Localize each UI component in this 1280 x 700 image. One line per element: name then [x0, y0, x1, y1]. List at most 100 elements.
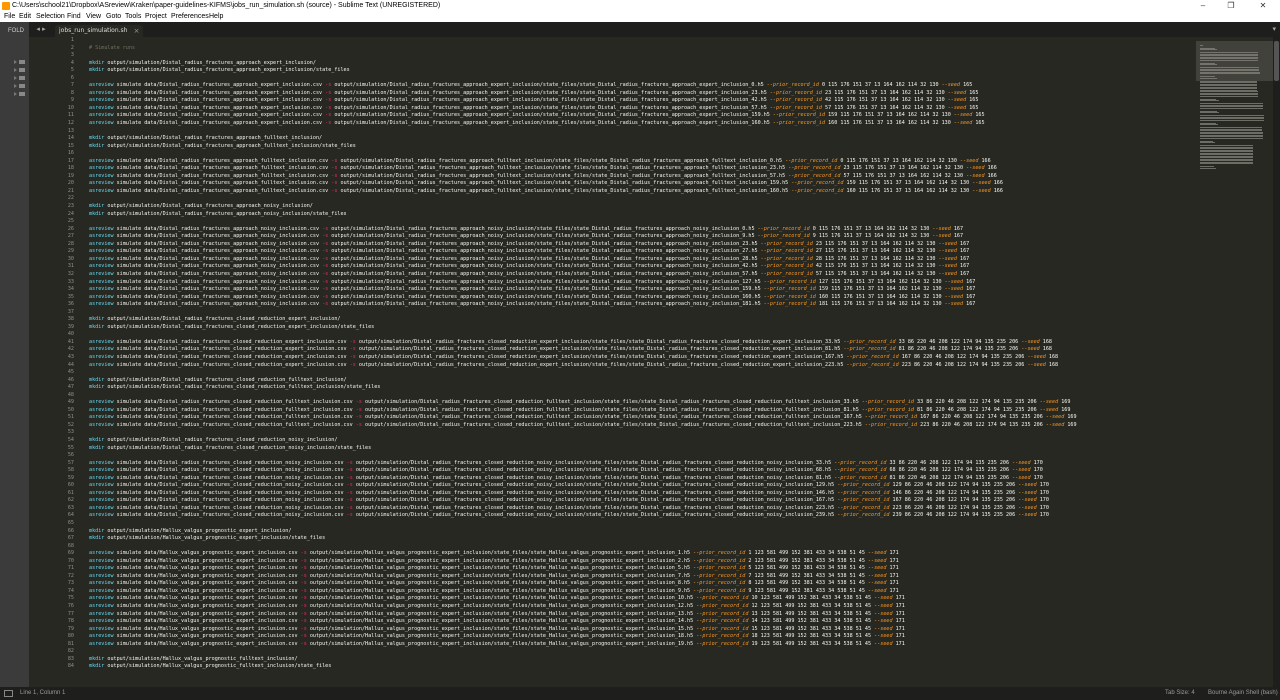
- code-line[interactable]: asreview simulate data/Distal_radius_fra…: [89, 105, 1196, 113]
- code-line[interactable]: asreview simulate data/Distal_radius_fra…: [89, 422, 1196, 430]
- code-line[interactable]: asreview simulate data/Distal_radius_fra…: [89, 158, 1196, 166]
- code-line[interactable]: mkdir output/simulation/Distal_radius_fr…: [89, 384, 1196, 392]
- tab-size[interactable]: Tab Size: 4: [1165, 687, 1195, 700]
- code-line[interactable]: asreview simulate data/Distal_radius_fra…: [89, 490, 1196, 498]
- syntax-mode[interactable]: Bourne Again Shell (bash): [1208, 687, 1278, 700]
- tree-row[interactable]: [14, 74, 26, 82]
- code-line[interactable]: asreview simulate data/Distal_radius_fra…: [89, 233, 1196, 241]
- code-line[interactable]: [89, 331, 1196, 339]
- code-line[interactable]: asreview simulate data/Distal_radius_fra…: [89, 354, 1196, 362]
- code-line[interactable]: asreview simulate data/Distal_radius_fra…: [89, 112, 1196, 120]
- code-line[interactable]: [89, 195, 1196, 203]
- code-line[interactable]: asreview simulate data/Hallux_valgus_pro…: [89, 588, 1196, 596]
- menu-project[interactable]: Project: [145, 12, 167, 22]
- code-line[interactable]: asreview simulate data/Distal_radius_fra…: [89, 180, 1196, 188]
- code-line[interactable]: mkdir output/simulation/Distal_radius_fr…: [89, 316, 1196, 324]
- code-line[interactable]: asreview simulate data/Distal_radius_fra…: [89, 173, 1196, 181]
- code-line[interactable]: [89, 150, 1196, 158]
- folder-tree[interactable]: [14, 58, 26, 98]
- minimize-button[interactable]: –: [1190, 0, 1216, 12]
- code-line[interactable]: mkdir output/simulation/Hallux_valgus_pr…: [89, 535, 1196, 543]
- code-line[interactable]: asreview simulate data/Distal_radius_fra…: [89, 505, 1196, 513]
- code-line[interactable]: [89, 218, 1196, 226]
- code-line[interactable]: [89, 452, 1196, 460]
- chevron-right-icon[interactable]: [14, 76, 17, 80]
- code-line[interactable]: asreview simulate data/Distal_radius_fra…: [89, 475, 1196, 483]
- code-line[interactable]: mkdir output/simulation/Distal_radius_fr…: [89, 211, 1196, 219]
- code-line[interactable]: asreview simulate data/Hallux_valgus_pro…: [89, 573, 1196, 581]
- code-line[interactable]: [89, 309, 1196, 317]
- chevron-right-icon[interactable]: [14, 92, 17, 96]
- menu-tools[interactable]: Tools: [125, 12, 141, 22]
- code-line[interactable]: asreview simulate data/Distal_radius_fra…: [89, 248, 1196, 256]
- code-line[interactable]: asreview simulate data/Hallux_valgus_pro…: [89, 626, 1196, 634]
- code-line[interactable]: asreview simulate data/Hallux_valgus_pro…: [89, 641, 1196, 649]
- code-line[interactable]: asreview simulate data/Distal_radius_fra…: [89, 279, 1196, 287]
- code-line[interactable]: asreview simulate data/Distal_radius_fra…: [89, 120, 1196, 128]
- scrollbar-thumb[interactable]: [1274, 41, 1279, 81]
- code-line[interactable]: mkdir output/simulation/Distal_radius_fr…: [89, 67, 1196, 75]
- code-line[interactable]: mkdir output/simulation/Distal_radius_fr…: [89, 143, 1196, 151]
- code-line[interactable]: mkdir output/simulation/Hallux_valgus_pr…: [89, 656, 1196, 664]
- code-line[interactable]: asreview simulate data/Distal_radius_fra…: [89, 97, 1196, 105]
- tab-dropdown-icon[interactable]: ▾: [1272, 22, 1276, 37]
- code-line[interactable]: asreview simulate data/Distal_radius_fra…: [89, 271, 1196, 279]
- code-line[interactable]: asreview simulate data/Distal_radius_fra…: [89, 482, 1196, 490]
- code-line[interactable]: [89, 52, 1196, 60]
- code-area[interactable]: # Simulate runs mkdir output/simulation/D…: [89, 37, 1196, 687]
- close-button[interactable]: ✕: [1250, 0, 1276, 12]
- tree-row[interactable]: [14, 90, 26, 98]
- code-line[interactable]: asreview simulate data/Distal_radius_fra…: [89, 467, 1196, 475]
- code-line[interactable]: mkdir output/simulation/Distal_radius_fr…: [89, 135, 1196, 143]
- code-line[interactable]: asreview simulate data/Distal_radius_fra…: [89, 460, 1196, 468]
- tab-nav-arrows[interactable]: ◂ ▸: [29, 22, 53, 37]
- code-line[interactable]: mkdir output/simulation/Distal_radius_fr…: [89, 203, 1196, 211]
- menu-view[interactable]: View: [86, 12, 101, 22]
- code-line[interactable]: [89, 648, 1196, 656]
- menu-preferences[interactable]: Preferences: [171, 12, 209, 22]
- menu-help[interactable]: Help: [209, 12, 223, 22]
- code-line[interactable]: mkdir output/simulation/Hallux_valgus_pr…: [89, 663, 1196, 671]
- tab-jobs-run-simulation[interactable]: jobs_run_simulation.sh ×: [55, 25, 144, 37]
- chevron-right-icon[interactable]: [14, 60, 17, 64]
- code-line[interactable]: asreview simulate data/Hallux_valgus_pro…: [89, 550, 1196, 558]
- maximize-button[interactable]: ❐: [1218, 0, 1244, 12]
- code-line[interactable]: asreview simulate data/Distal_radius_fra…: [89, 346, 1196, 354]
- code-line[interactable]: mkdir output/simulation/Distal_radius_fr…: [89, 437, 1196, 445]
- code-line[interactable]: mkdir output/simulation/Distal_radius_fr…: [89, 324, 1196, 332]
- code-line[interactable]: [89, 520, 1196, 528]
- code-line[interactable]: asreview simulate data/Distal_radius_fra…: [89, 256, 1196, 264]
- close-icon[interactable]: ×: [134, 25, 140, 37]
- code-line[interactable]: asreview simulate data/Distal_radius_fra…: [89, 497, 1196, 505]
- code-line[interactable]: [89, 543, 1196, 551]
- tree-row[interactable]: [14, 82, 26, 90]
- code-line[interactable]: asreview simulate data/Distal_radius_fra…: [89, 263, 1196, 271]
- code-line[interactable]: asreview simulate data/Hallux_valgus_pro…: [89, 595, 1196, 603]
- menu-goto[interactable]: Goto: [106, 12, 121, 22]
- chevron-right-icon[interactable]: [14, 68, 17, 72]
- code-line[interactable]: asreview simulate data/Distal_radius_fra…: [89, 286, 1196, 294]
- vertical-scrollbar[interactable]: [1273, 37, 1280, 687]
- minimap[interactable]: [1196, 37, 1273, 687]
- menu-selection[interactable]: Selection: [36, 12, 65, 22]
- code-line[interactable]: asreview simulate data/Hallux_valgus_pro…: [89, 565, 1196, 573]
- code-line[interactable]: asreview simulate data/Distal_radius_fra…: [89, 188, 1196, 196]
- code-line[interactable]: [89, 392, 1196, 400]
- code-line[interactable]: asreview simulate data/Hallux_valgus_pro…: [89, 618, 1196, 626]
- code-editor[interactable]: 1 2 3 4 5 6 7 8 9 10 11 12 13 14 15 16 17 18 19 20 21 22 23 24 2…: [29, 37, 1196, 687]
- code-line[interactable]: asreview simulate data/Hallux_valgus_pro…: [89, 611, 1196, 619]
- code-line[interactable]: asreview simulate data/Distal_radius_fra…: [89, 414, 1196, 422]
- code-line[interactable]: [89, 37, 1196, 45]
- chevron-right-icon[interactable]: [14, 84, 17, 88]
- menu-edit[interactable]: Edit: [19, 12, 31, 22]
- code-line[interactable]: mkdir output/simulation/Distal_radius_fr…: [89, 377, 1196, 385]
- code-line[interactable]: asreview simulate data/Distal_radius_fra…: [89, 165, 1196, 173]
- code-line[interactable]: asreview simulate data/Distal_radius_fra…: [89, 407, 1196, 415]
- code-line[interactable]: asreview simulate data/Hallux_valgus_pro…: [89, 558, 1196, 566]
- code-line[interactable]: asreview simulate data/Distal_radius_fra…: [89, 82, 1196, 90]
- tree-row[interactable]: [14, 66, 26, 74]
- code-line[interactable]: asreview simulate data/Hallux_valgus_pro…: [89, 580, 1196, 588]
- code-line[interactable]: asreview simulate data/Distal_radius_fra…: [89, 339, 1196, 347]
- code-line[interactable]: [89, 369, 1196, 377]
- code-line[interactable]: [89, 75, 1196, 83]
